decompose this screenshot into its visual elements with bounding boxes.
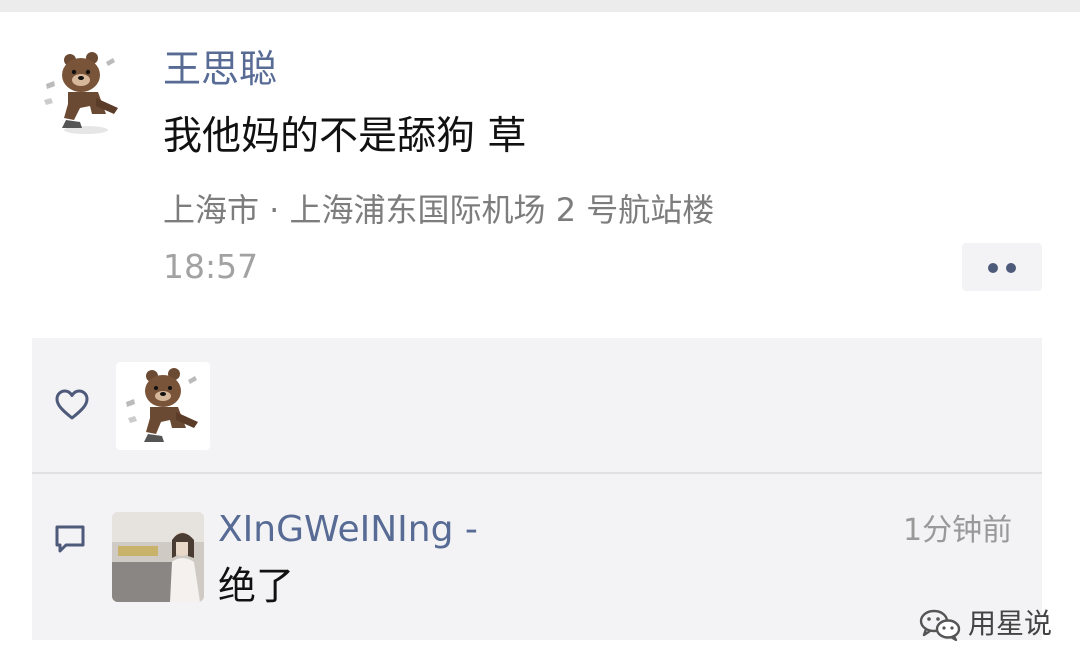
comment-text[interactable]: 绝了 (218, 560, 294, 612)
post-text: 我他妈的不是舔狗 草 (163, 114, 527, 159)
divider (32, 472, 1042, 474)
bear-sticker-icon (116, 362, 210, 450)
comment-time: 1分钟前 (903, 513, 1013, 548)
dot-icon (988, 263, 998, 273)
photo-avatar-icon (112, 512, 204, 602)
watermark: 用星说 (918, 604, 1052, 644)
bear-sticker-icon (44, 52, 118, 134)
more-actions-button[interactable] (962, 243, 1042, 291)
speech-bubble-icon (52, 522, 88, 556)
post-location[interactable]: 上海市 · 上海浦东国际机场 2 号航站楼 (163, 188, 714, 232)
commenter-name[interactable]: XInGWeINIng - (218, 506, 478, 554)
commenter-avatar[interactable] (112, 512, 204, 602)
dot-icon (1006, 263, 1016, 273)
top-bar (0, 0, 1080, 12)
author-avatar[interactable] (40, 48, 130, 138)
author-name[interactable]: 王思聪 (163, 44, 277, 94)
watermark-text: 用星说 (968, 607, 1053, 640)
heart-outline-icon (54, 388, 90, 422)
wechat-logo-icon (919, 609, 961, 641)
post-time: 18:57 (163, 247, 259, 286)
liker-avatar[interactable] (116, 362, 210, 450)
